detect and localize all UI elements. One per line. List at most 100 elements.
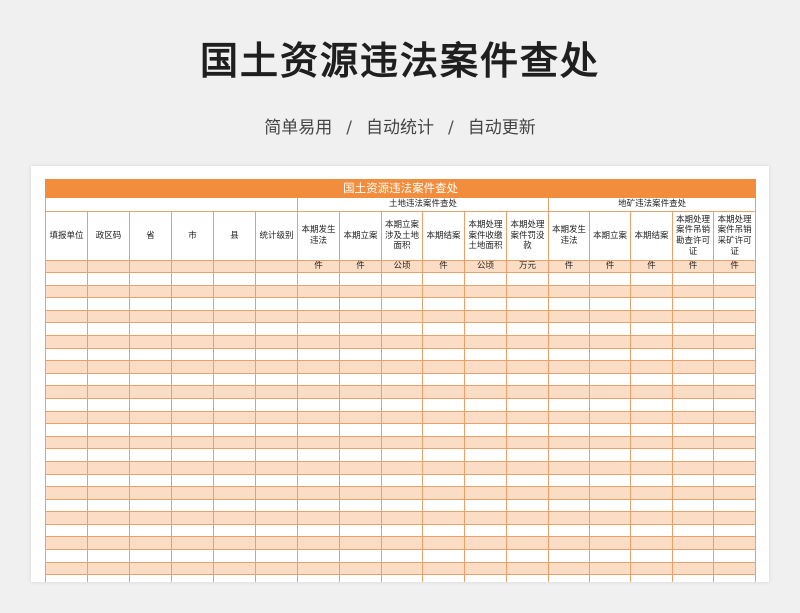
- table-cell[interactable]: [255, 561, 298, 576]
- table-cell[interactable]: [589, 347, 631, 362]
- table-cell[interactable]: [87, 435, 130, 450]
- table-cell[interactable]: [630, 423, 673, 437]
- table-cell[interactable]: [672, 397, 714, 412]
- table-cell[interactable]: [464, 486, 507, 500]
- table-cell[interactable]: [297, 297, 340, 311]
- table-cell[interactable]: [672, 549, 714, 563]
- table-cell[interactable]: [548, 536, 590, 551]
- table-cell[interactable]: [171, 460, 214, 475]
- table-cell[interactable]: [464, 435, 507, 450]
- table-cell[interactable]: [712, 347, 757, 362]
- table-cell[interactable]: [339, 347, 382, 362]
- table-cell[interactable]: [87, 397, 130, 412]
- table-cell[interactable]: [672, 410, 714, 425]
- table-cell[interactable]: [297, 360, 340, 374]
- table-cell[interactable]: [506, 448, 549, 462]
- table-cell[interactable]: [422, 360, 465, 374]
- table-cell[interactable]: [630, 284, 673, 299]
- table-cell[interactable]: [548, 309, 590, 324]
- table-cell[interactable]: [129, 536, 172, 551]
- table-cell[interactable]: [339, 561, 382, 576]
- table-cell[interactable]: [589, 284, 631, 299]
- table-cell[interactable]: [422, 334, 465, 349]
- table-cell[interactable]: [87, 385, 130, 399]
- table-cell[interactable]: [171, 397, 214, 412]
- table-cell[interactable]: [339, 410, 382, 425]
- table-cell[interactable]: [548, 435, 590, 450]
- table-cell[interactable]: [213, 347, 256, 362]
- table-cell[interactable]: [712, 360, 757, 374]
- table-cell[interactable]: [339, 448, 382, 462]
- table-cell[interactable]: [339, 523, 382, 538]
- table-cell[interactable]: [422, 448, 465, 462]
- table-cell[interactable]: [422, 297, 465, 311]
- table-cell[interactable]: [45, 561, 88, 576]
- table-cell[interactable]: [506, 385, 549, 399]
- table-cell[interactable]: [213, 397, 256, 412]
- table-cell[interactable]: [548, 385, 590, 399]
- table-cell[interactable]: [630, 523, 673, 538]
- table-cell[interactable]: [45, 523, 88, 538]
- table-cell[interactable]: [712, 473, 757, 488]
- table-cell[interactable]: [672, 561, 714, 576]
- table-cell[interactable]: [129, 448, 172, 462]
- table-cell[interactable]: [422, 435, 465, 450]
- table-cell[interactable]: [213, 536, 256, 551]
- table-cell[interactable]: [87, 372, 130, 387]
- table-cell[interactable]: [297, 448, 340, 462]
- table-cell[interactable]: [171, 297, 214, 311]
- table-cell[interactable]: [422, 574, 465, 582]
- table-cell[interactable]: [129, 486, 172, 500]
- table-cell[interactable]: [630, 561, 673, 576]
- table-cell[interactable]: [87, 486, 130, 500]
- table-cell[interactable]: [87, 448, 130, 462]
- table-cell[interactable]: [589, 309, 631, 324]
- table-cell[interactable]: [297, 561, 340, 576]
- table-cell[interactable]: [297, 498, 340, 513]
- table-cell[interactable]: [630, 272, 673, 286]
- table-cell[interactable]: [45, 536, 88, 551]
- table-cell[interactable]: [297, 410, 340, 425]
- table-cell[interactable]: [297, 334, 340, 349]
- table-cell[interactable]: [589, 360, 631, 374]
- table-cell[interactable]: [339, 322, 382, 336]
- table-cell[interactable]: [672, 574, 714, 582]
- table-cell[interactable]: [87, 272, 130, 286]
- table-cell[interactable]: [506, 297, 549, 311]
- table-cell[interactable]: [171, 272, 214, 286]
- table-cell[interactable]: [129, 347, 172, 362]
- table-cell[interactable]: [297, 322, 340, 336]
- table-cell[interactable]: [255, 347, 298, 362]
- table-cell[interactable]: [297, 423, 340, 437]
- table-cell[interactable]: [255, 435, 298, 450]
- table-cell[interactable]: [464, 523, 507, 538]
- table-cell[interactable]: [630, 360, 673, 374]
- table-cell[interactable]: [129, 372, 172, 387]
- table-cell[interactable]: [213, 574, 256, 582]
- table-cell[interactable]: [87, 523, 130, 538]
- table-cell[interactable]: [630, 486, 673, 500]
- table-cell[interactable]: [712, 385, 757, 399]
- table-cell[interactable]: [506, 498, 549, 513]
- table-cell[interactable]: [589, 435, 631, 450]
- table-cell[interactable]: [339, 549, 382, 563]
- table-cell[interactable]: [630, 347, 673, 362]
- table-cell[interactable]: [672, 486, 714, 500]
- table-cell[interactable]: [255, 297, 298, 311]
- table-cell[interactable]: [548, 347, 590, 362]
- table-cell[interactable]: [171, 435, 214, 450]
- table-cell[interactable]: [45, 372, 88, 387]
- table-cell[interactable]: [255, 460, 298, 475]
- table-cell[interactable]: [548, 448, 590, 462]
- table-cell[interactable]: [506, 511, 549, 525]
- table-cell[interactable]: [589, 334, 631, 349]
- table-cell[interactable]: [672, 297, 714, 311]
- table-cell[interactable]: [87, 347, 130, 362]
- table-cell[interactable]: [712, 272, 757, 286]
- table-cell[interactable]: [297, 486, 340, 500]
- table-cell[interactable]: [589, 297, 631, 311]
- table-cell[interactable]: [548, 423, 590, 437]
- table-cell[interactable]: [381, 272, 423, 286]
- table-cell[interactable]: [255, 284, 298, 299]
- table-cell[interactable]: [381, 498, 423, 513]
